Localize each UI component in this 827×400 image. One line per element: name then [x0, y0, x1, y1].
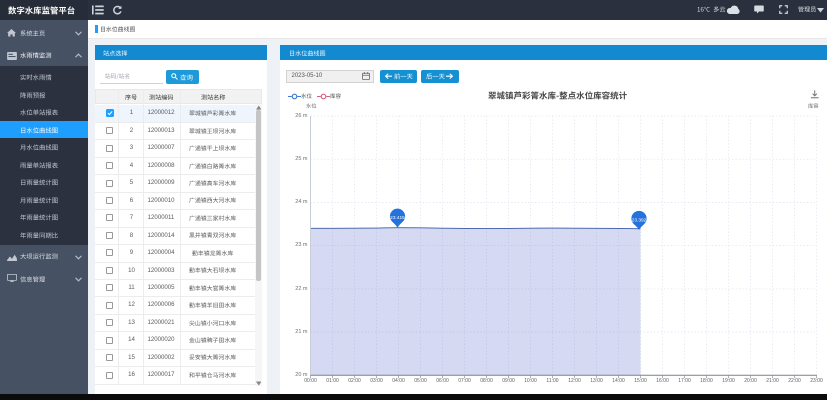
- svg-text:23.415: 23.415: [390, 215, 405, 221]
- svg-text:23.392: 23.392: [632, 217, 647, 223]
